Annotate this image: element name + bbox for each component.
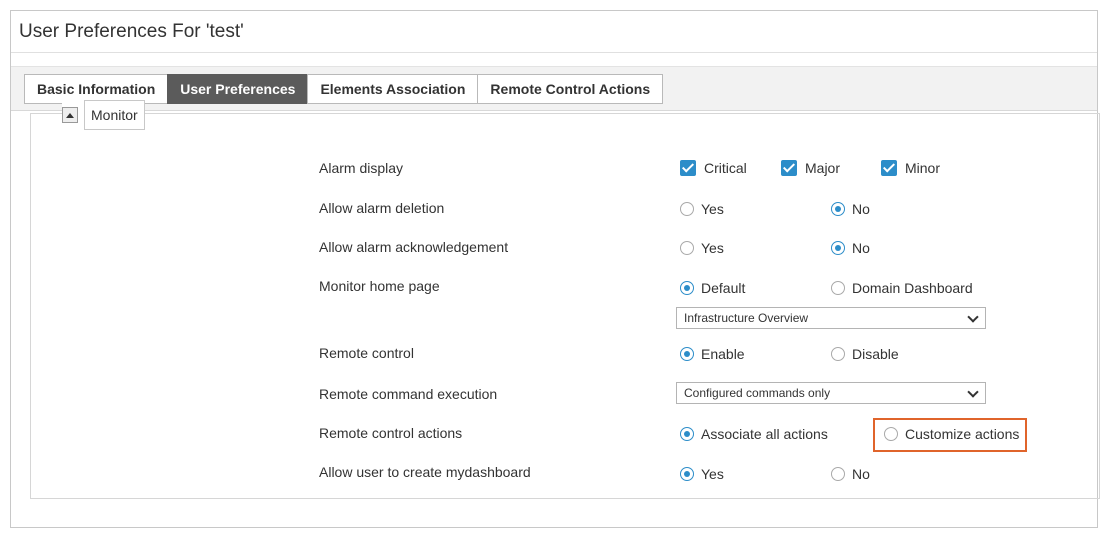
section-title: Monitor [84,100,145,130]
radio-label: Default [701,280,746,296]
mydashboard-yes-radio[interactable]: Yes [680,466,724,482]
section-legend: Monitor [62,100,145,130]
radio-label: Customize actions [905,426,1020,442]
radio-label: No [852,201,870,217]
dropdown-value: Infrastructure Overview [684,311,809,325]
radio-label: Yes [701,201,724,217]
radio-selected-icon [680,347,694,361]
tab-bar: Basic Information User Preferences Eleme… [11,66,1097,111]
alarm-deletion-yes-radio[interactable]: Yes [680,201,724,217]
monitor-home-page-label: Monitor home page [319,278,440,294]
allow-alarm-ack-label: Allow alarm acknowledgement [319,239,509,255]
chevron-down-icon [967,311,979,323]
home-page-default-radio[interactable]: Default [680,280,745,296]
remote-command-dropdown[interactable]: Configured commands only [676,382,986,404]
radio-unselected-icon [884,427,898,441]
collapse-icon[interactable] [62,107,78,123]
alarm-ack-no-radio[interactable]: No [831,240,870,256]
tab-elements-association[interactable]: Elements Association [307,74,479,104]
title-divider [11,52,1097,53]
radio-label: Enable [701,346,745,362]
page-title: User Preferences For 'test' [19,21,244,42]
radio-unselected-icon [831,467,845,481]
remote-control-actions-label: Remote control actions [319,425,463,441]
radio-selected-icon [680,467,694,481]
radio-selected-icon [680,427,694,441]
radio-label: No [852,240,870,256]
mydashboard-no-radio[interactable]: No [831,466,870,482]
remote-control-disable-radio[interactable]: Disable [831,346,899,362]
radio-label: No [852,466,870,482]
radio-unselected-icon [831,281,845,295]
alarm-major-label: Major [805,160,841,176]
tab-remote-control-actions[interactable]: Remote Control Actions [477,74,664,104]
home-page-dropdown[interactable]: Infrastructure Overview [676,307,986,329]
radio-unselected-icon [831,347,845,361]
alarm-ack-yes-radio[interactable]: Yes [680,240,724,256]
dropdown-value: Configured commands only [684,386,831,400]
allow-mydashboard-label: Allow user to create mydashboard [319,464,531,480]
radio-label: Domain Dashboard [852,280,973,296]
remote-control-label: Remote control [319,345,414,361]
radio-selected-icon [831,202,845,216]
radio-label: Yes [701,466,724,482]
alarm-minor-label: Minor [905,160,941,176]
remote-command-execution-label: Remote command execution [319,386,498,402]
allow-alarm-deletion-label: Allow alarm deletion [319,200,445,216]
associate-all-actions-radio[interactable]: Associate all actions [680,426,828,442]
radio-label: Associate all actions [701,426,828,442]
home-page-domain-dashboard-radio[interactable]: Domain Dashboard [831,280,973,296]
checkbox-checked-icon [881,160,897,176]
radio-unselected-icon [680,241,694,255]
tab-user-preferences[interactable]: User Preferences [167,74,309,104]
checkbox-checked-icon [680,160,696,176]
radio-label: Yes [701,240,724,256]
radio-selected-icon [831,241,845,255]
remote-control-enable-radio[interactable]: Enable [680,346,745,362]
alarm-deletion-no-radio[interactable]: No [831,201,870,217]
alarm-critical-label: Critical [704,160,747,176]
alarm-critical-checkbox[interactable]: Critical [680,160,747,176]
radio-unselected-icon [680,202,694,216]
alarm-major-checkbox[interactable]: Major [781,160,840,176]
radio-selected-icon [680,281,694,295]
chevron-down-icon [967,386,979,398]
alarm-minor-checkbox[interactable]: Minor [881,160,940,176]
customize-actions-radio[interactable]: Customize actions [884,426,1019,442]
radio-label: Disable [852,346,899,362]
checkbox-checked-icon [781,160,797,176]
alarm-display-label: Alarm display [319,160,404,176]
